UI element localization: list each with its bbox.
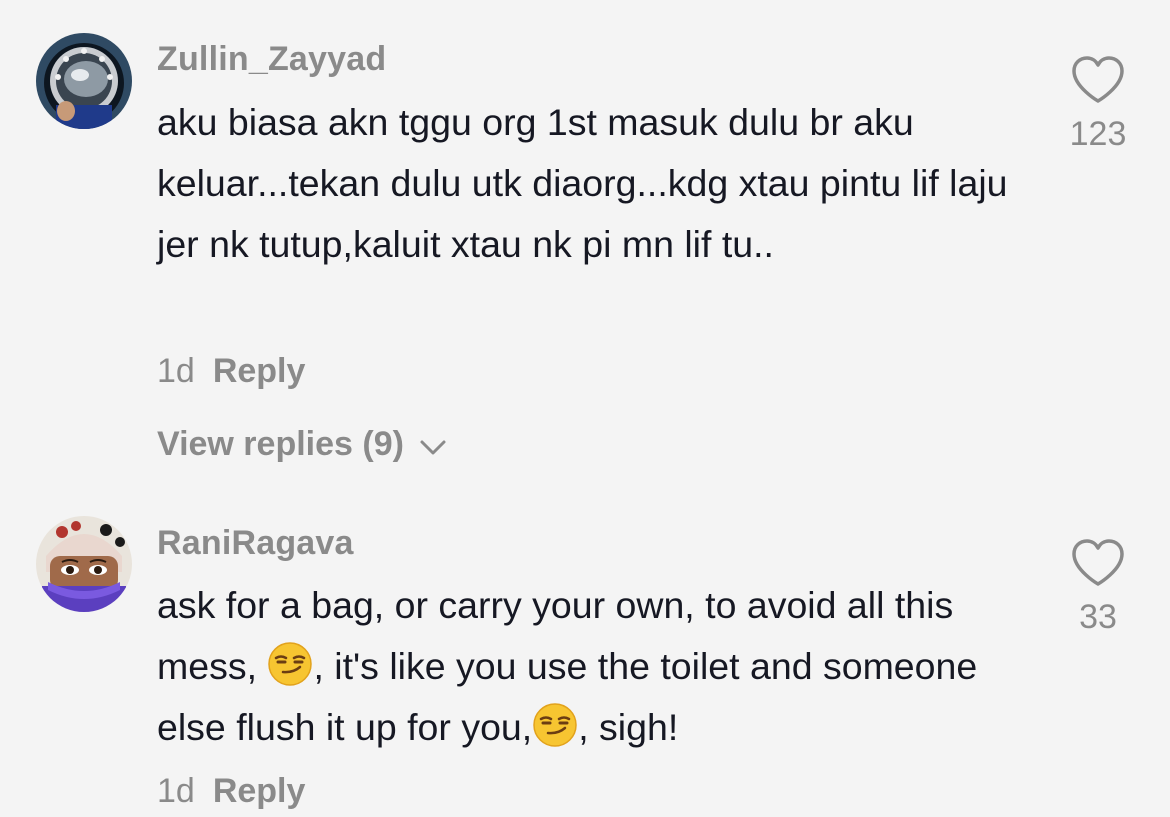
- comment-text-part: , sigh!: [578, 706, 679, 748]
- heart-icon: [1072, 539, 1124, 586]
- comment-timestamp: 1d: [157, 352, 195, 390]
- heart-icon: [1072, 56, 1124, 103]
- comment-text: aku biasa akn tggu org 1st masuk dulu br…: [157, 101, 1008, 265]
- view-replies-label: View replies (9): [157, 425, 404, 463]
- comment-timestamp: 1d: [157, 772, 195, 810]
- like-button[interactable]: 123: [1053, 55, 1143, 154]
- comment-meta: 1d Reply: [157, 772, 305, 811]
- reply-button[interactable]: Reply: [213, 352, 306, 390]
- view-replies-button[interactable]: View replies (9): [157, 425, 447, 464]
- like-button[interactable]: 33: [1053, 538, 1143, 637]
- like-count: 123: [1069, 115, 1127, 153]
- user-avatar[interactable]: [36, 33, 132, 129]
- comment-text: ask for a bag, or carry your own, to avo…: [157, 575, 1037, 758]
- smirking-face-icon: [268, 642, 313, 686]
- chevron-down-icon: [420, 440, 446, 455]
- smirking-face-icon: [533, 703, 577, 747]
- comment-meta: 1d Reply: [157, 352, 305, 391]
- comment-username[interactable]: RaniRagava: [157, 524, 354, 563]
- reply-button[interactable]: Reply: [213, 772, 306, 810]
- comment-username[interactable]: Zullin_Zayyad: [157, 40, 386, 79]
- like-count: 33: [1079, 598, 1117, 636]
- user-avatar[interactable]: [36, 516, 132, 612]
